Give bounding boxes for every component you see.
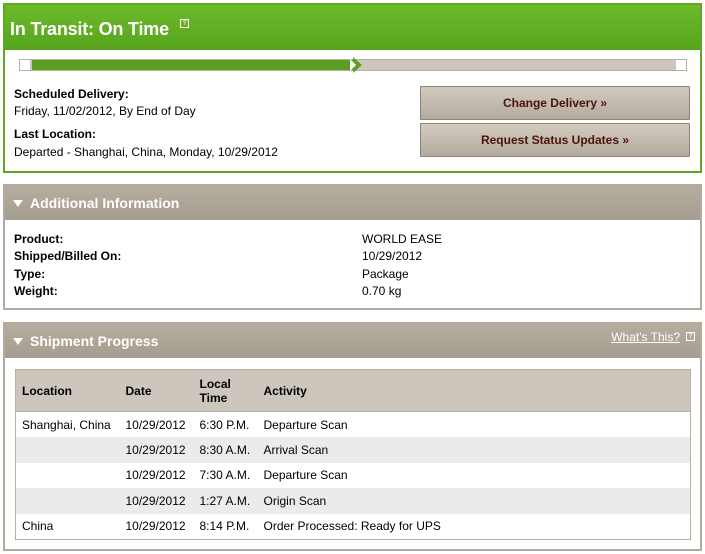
- cell-location: China: [22, 519, 54, 534]
- cell-date: 10/29/2012: [119, 411, 194, 438]
- delivery-progress-bar: [19, 57, 687, 73]
- cell-date: 10/29/2012: [125, 468, 186, 483]
- cell-location: Shanghai, China: [15, 411, 120, 438]
- progress-start-marker: [20, 60, 30, 70]
- cell-activity: Arrival Scan: [257, 437, 691, 463]
- last-location-value: Departed - Shanghai, China, Monday, 10/2…: [14, 145, 278, 159]
- product-label: Product:: [14, 232, 64, 246]
- transit-panel: In Transit: On Time ? Scheduled Delivery…: [3, 3, 702, 173]
- table-row: 10/29/2012 1:27 A.M. Origin Scan: [15, 488, 691, 514]
- cell-activity: Departure Scan: [257, 411, 691, 438]
- transit-title: In Transit: On Time: [10, 19, 169, 39]
- column-header-activity: Activity: [257, 369, 691, 412]
- table-row: 10/29/2012 8:30 A.M. Arrival Scan: [15, 437, 691, 463]
- weight-label: Weight:: [14, 284, 58, 298]
- progress-end-marker: [676, 60, 686, 70]
- cell-activity: Order Processed: Ready for UPS: [263, 519, 441, 534]
- change-delivery-button[interactable]: Change Delivery »: [420, 86, 690, 120]
- request-status-updates-button[interactable]: Request Status Updates »: [420, 123, 690, 157]
- cell-date: 10/29/2012: [125, 519, 186, 534]
- scheduled-delivery-label: Scheduled Delivery:: [14, 87, 129, 101]
- cell-local-time: 7:30 A.M.: [199, 468, 251, 483]
- help-icon[interactable]: ?: [180, 19, 189, 28]
- type-value: Package: [362, 267, 409, 281]
- cell-location: [16, 463, 120, 489]
- column-header-date: Date: [119, 369, 194, 412]
- cell-local-time: 1:27 A.M.: [193, 488, 258, 514]
- column-header-location: Location: [15, 369, 120, 412]
- cell-local-time: 8:30 A.M.: [193, 437, 258, 463]
- additional-information-title: Additional Information: [30, 195, 180, 211]
- table-header-row: Location Date Local Time Activity: [15, 369, 691, 412]
- transit-header: In Transit: On Time ?: [5, 5, 700, 50]
- cell-activity: Departure Scan: [263, 468, 348, 483]
- table-row: China 10/29/2012 8:14 P.M. Order Process…: [16, 514, 691, 540]
- column-header-local-time: Local Time: [193, 369, 258, 412]
- cell-date: 10/29/2012: [119, 488, 194, 514]
- weight-value: 0.70 kg: [362, 284, 402, 298]
- cell-local-time: 8:14 P.M.: [199, 519, 250, 534]
- type-label: Type:: [14, 267, 46, 281]
- last-location-label: Last Location:: [14, 127, 97, 141]
- cell-location: [15, 437, 120, 463]
- progress-fill: [32, 60, 353, 70]
- scheduled-delivery-value: Friday, 11/02/2012, By End of Day: [14, 104, 196, 118]
- additional-information-panel: Additional Information Product: WORLD EA…: [3, 184, 702, 310]
- collapse-triangle-icon[interactable]: [13, 338, 23, 345]
- shipment-progress-panel: Shipment Progress What's This? ? Locatio…: [3, 322, 702, 551]
- product-value: WORLD EASE: [362, 232, 443, 246]
- help-icon[interactable]: ?: [686, 332, 695, 341]
- progress-arrow-inner: [350, 59, 356, 71]
- collapse-triangle-icon[interactable]: [13, 200, 23, 207]
- shipment-progress-header[interactable]: Shipment Progress What's This? ?: [5, 324, 700, 358]
- table-row: Shanghai, China 10/29/2012 6:30 P.M. Dep…: [15, 411, 691, 438]
- local-time-header-text: Local Time: [199, 376, 231, 405]
- cell-date: 10/29/2012: [119, 437, 194, 463]
- cell-activity: Origin Scan: [257, 488, 691, 514]
- cell-location: [15, 488, 120, 514]
- shipment-progress-title: Shipment Progress: [30, 333, 159, 349]
- additional-information-header[interactable]: Additional Information: [5, 186, 700, 220]
- table-row: 10/29/2012 7:30 A.M. Departure Scan: [16, 463, 691, 489]
- whats-this-link[interactable]: What's This?: [611, 330, 680, 344]
- shipment-progress-table: Location Date Local Time Activity Shangh…: [15, 369, 691, 540]
- shipped-billed-label: Shipped/Billed On:: [14, 249, 122, 263]
- shipped-billed-value: 10/29/2012: [362, 249, 423, 263]
- cell-local-time: 6:30 P.M.: [193, 411, 258, 438]
